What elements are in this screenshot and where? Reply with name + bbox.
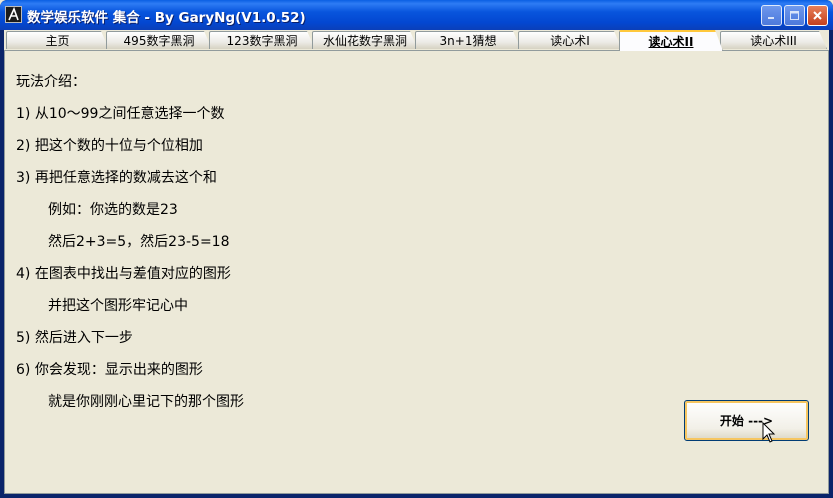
instruction-line: 例如：你选的数是23 [48,202,178,218]
instruction-line: 4) 在图表中找出与差值对应的图形 [16,266,231,282]
maximize-button[interactable] [784,5,805,26]
instruction-line: 6) 你会发现：显示出来的图形 [16,362,203,378]
tab-label: 水仙花数字黑洞 [322,34,407,48]
tab-label: 495数字黑洞 [123,34,195,48]
tab-mind-reading-2[interactable]: 读心术II [619,30,723,51]
instruction-line: 5) 然后进入下一步 [16,330,133,346]
tab-label: 读心术III [750,34,797,48]
window-title: 数学娱乐软件 集合 - By GaryNg(V1.0.52) [27,10,306,26]
tab-label: 3n+1猜想 [439,34,497,48]
app-icon[interactable] [5,6,22,23]
maximize-icon [790,11,799,20]
start-button[interactable]: 开始 ---> [684,400,809,441]
close-button[interactable] [807,5,828,26]
instruction-line: 2) 把这个数的十位与个位相加 [16,138,203,154]
tab-strip: 主页 495数字黑洞 123数字黑洞 水仙花数字黑洞 3n+1猜想 读心术I 读… [4,30,829,50]
tab-label: 读心术I [550,34,590,48]
tab-home[interactable]: 主页 [6,31,109,49]
minimize-icon [768,17,774,19]
instruction-line: 3) 再把任意选择的数减去这个和 [16,170,217,186]
tab-mind-reading-3[interactable]: 读心术III [720,31,827,49]
tab-495-black-hole[interactable]: 495数字黑洞 [106,31,212,49]
tab-3n-plus-1[interactable]: 3n+1猜想 [415,31,521,49]
tab-label: 读心术II [648,35,694,49]
tab-123-black-hole[interactable]: 123数字黑洞 [209,31,315,49]
instruction-line: 并把这个图形牢记心中 [48,298,188,314]
intro-heading: 玩法介绍： [16,74,86,90]
tab-narcissistic-black-hole[interactable]: 水仙花数字黑洞 [312,31,418,49]
tab-panel: 玩法介绍： 1) 从10～99之间任意选择一个数 2) 把这个数的十位与个位相加… [4,50,829,494]
close-icon [813,11,822,20]
instruction-line: 1) 从10～99之间任意选择一个数 [16,106,225,122]
tab-label: 123数字黑洞 [226,34,298,48]
mouse-cursor-icon [762,422,776,443]
instruction-line: 然后2+3=5，然后23-5=18 [48,234,230,250]
tab-mind-reading-1[interactable]: 读心术I [518,31,622,49]
app-window: 数学娱乐软件 集合 - By GaryNg(V1.0.52) 主页 495数字黑… [0,0,833,498]
minimize-button[interactable] [761,5,782,26]
tab-label: 主页 [45,34,70,48]
instruction-line: 就是你刚刚心里记下的那个图形 [48,394,244,410]
title-bar[interactable]: 数学娱乐软件 集合 - By GaryNg(V1.0.52) [0,0,833,30]
client-area: 主页 495数字黑洞 123数字黑洞 水仙花数字黑洞 3n+1猜想 读心术I 读… [4,30,829,494]
